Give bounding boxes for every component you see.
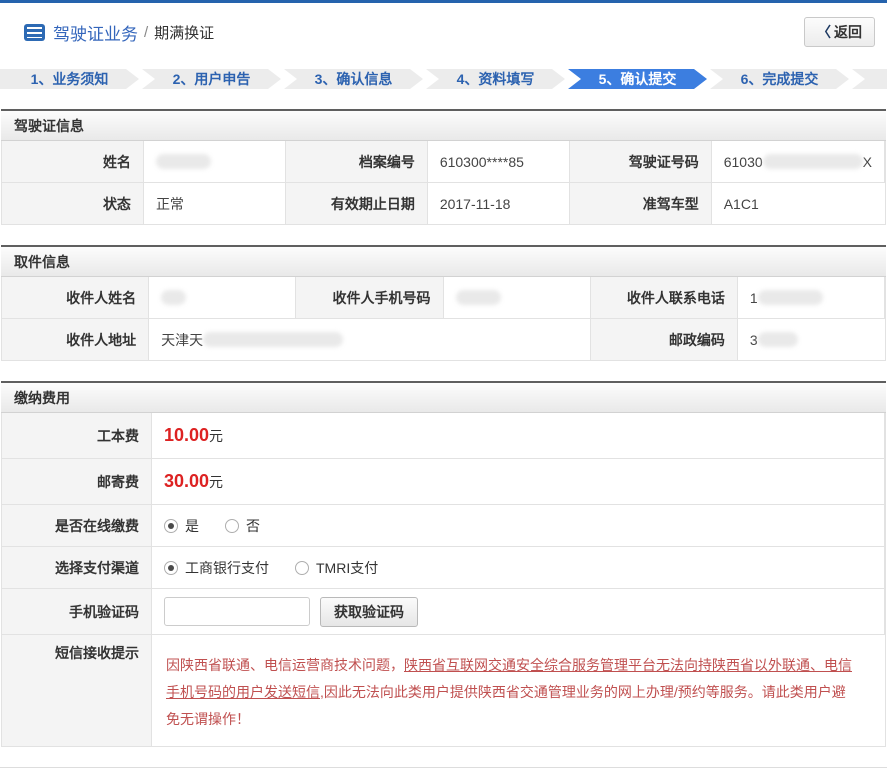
step-1-business-notice: 1、业务须知 [0, 69, 139, 89]
license-number-label: 驾驶证号码 [569, 141, 712, 183]
sms-code-label: 手机验证码 [2, 589, 152, 635]
sms-notice-label: 短信接收提示 [2, 635, 152, 747]
step-6-finish-submit: 6、完成提交 [710, 69, 849, 89]
step-2-user-declaration: 2、用户申告 [142, 69, 281, 89]
back-button[interactable]: 〈返回 [804, 17, 875, 47]
expiry-date-label: 有效期止日期 [285, 183, 428, 225]
online-pay-no-radio[interactable]: 否 [225, 516, 260, 536]
sms-notice-text: 因陕西省联通、电信运营商技术问题，陕西省互联网交通安全综合服务管理平台无法向持陕… [152, 635, 885, 747]
redacted-value [757, 332, 798, 347]
redacted-value [203, 332, 344, 347]
vehicle-class-value: A1C1 [711, 183, 885, 225]
currency-unit: 元 [209, 427, 224, 444]
step-5-confirm-submit-active: 5、确认提交 [568, 69, 707, 89]
pickup-info-section-title: 取件信息 [1, 245, 886, 277]
work-fee-amount: 10.00 [164, 425, 210, 445]
sms-notice-paragraph: 因陕西省联通、电信运营商技术问题，陕西省互联网交通安全综合服务管理平台无法向持陕… [164, 643, 873, 742]
radio-selected-icon [164, 518, 178, 533]
breadcrumb-business-type: 驾驶证业务 [53, 24, 138, 44]
breadcrumb-separator: / [144, 23, 149, 41]
fees-section-title: 缴纳费用 [1, 381, 886, 413]
chevron-left-icon: 〈 [817, 24, 831, 40]
fees-table: 工本费 10.00 元 邮寄费 30.00 元 是否在线缴费 是 否 选择支付渠道 … [1, 413, 886, 747]
redacted-value [762, 154, 863, 169]
recipient-tel-label: 收件人联系电话 [590, 277, 738, 319]
online-pay-no-label: 否 [246, 517, 260, 534]
sms-code-input[interactable] [164, 597, 310, 626]
recipient-tel-prefix: 1 [749, 289, 758, 306]
step-progress-bar: 1、业务须知 2、用户申告 3、确认信息 4、资料填写 5、确认提交 6、完成提… [0, 69, 887, 89]
work-fee-label: 工本费 [2, 413, 152, 459]
channel-tmri-label: TMRI支付 [316, 559, 379, 576]
breadcrumb-current-page: 期满换证 [154, 24, 215, 42]
license-info-section-title: 驾驶证信息 [1, 109, 886, 141]
recipient-name-value [149, 277, 297, 319]
license-number-suffix: X [862, 153, 872, 170]
pay-channel-options: 工商银行支付 TMRI支付 [152, 547, 885, 589]
channel-icbc-label: 工商银行支付 [185, 559, 269, 576]
page: 驾驶证业务 / 期满换证 〈返回 1、业务须知 2、用户申告 3、确认信息 4、… [0, 0, 887, 768]
sms-notice-part1: 因陕西省联通、电信运营商技术问题， [166, 657, 404, 673]
postal-code-label: 邮政编码 [590, 319, 738, 361]
recipient-tel-value: 1 [737, 277, 885, 319]
pay-channel-label: 选择支付渠道 [2, 547, 152, 589]
license-info-section: 驾驶证信息 姓名 档案编号 610300****85 驾驶证号码 61030 X … [1, 109, 886, 225]
status-label: 状态 [2, 183, 144, 225]
step-3-confirm-info: 3、确认信息 [284, 69, 423, 89]
back-button-label: 返回 [834, 24, 862, 40]
file-number-value: 610300****85 [427, 141, 570, 183]
license-number-value: 61030 X [711, 141, 885, 183]
post-fee-label: 邮寄费 [2, 459, 152, 505]
post-fee-value: 30.00 元 [152, 459, 885, 505]
redacted-value [757, 290, 823, 305]
channel-icbc-radio[interactable]: 工商银行支付 [164, 558, 269, 578]
online-pay-yes-label: 是 [185, 517, 199, 534]
expiry-date-value: 2017-11-18 [427, 183, 570, 225]
vehicle-class-label: 准驾车型 [569, 183, 712, 225]
radio-selected-icon [164, 560, 178, 575]
step-4-fill-material: 4、资料填写 [426, 69, 565, 89]
online-pay-options: 是 否 [152, 505, 885, 547]
recipient-address-prefix: 天津天 [161, 331, 204, 348]
pickup-info-table: 收件人姓名 收件人手机号码 收件人联系电话 1 收件人地址 天津天 邮政编码 3 [1, 277, 886, 361]
fees-section: 缴纳费用 工本费 10.00 元 邮寄费 30.00 元 是否在线缴费 是 否 选择… [1, 381, 886, 747]
channel-tmri-radio[interactable]: TMRI支付 [295, 558, 378, 578]
form-list-icon [24, 23, 45, 41]
redacted-value [155, 154, 211, 169]
recipient-name-label: 收件人姓名 [2, 277, 150, 319]
step-bar-filler [852, 69, 887, 89]
currency-unit: 元 [209, 473, 224, 490]
recipient-address-value: 天津天 [149, 319, 591, 361]
page-header: 驾驶证业务 / 期满换证 〈返回 [0, 3, 887, 57]
radio-unselected-icon [225, 518, 239, 533]
name-value [143, 141, 286, 183]
recipient-mobile-value [443, 277, 591, 319]
license-number-prefix: 61030 [723, 153, 763, 170]
redacted-value [161, 290, 187, 305]
status-value: 正常 [143, 183, 286, 225]
postal-code-prefix: 3 [749, 331, 758, 348]
online-pay-label: 是否在线缴费 [2, 505, 152, 547]
online-pay-yes-radio[interactable]: 是 [164, 516, 199, 536]
post-fee-amount: 30.00 [164, 471, 210, 491]
name-label: 姓名 [2, 141, 144, 183]
recipient-mobile-label: 收件人手机号码 [296, 277, 444, 319]
postal-code-value: 3 [737, 319, 885, 361]
license-info-table: 姓名 档案编号 610300****85 驾驶证号码 61030 X 状态 正常 … [1, 141, 886, 225]
radio-unselected-icon [295, 560, 309, 575]
get-sms-code-button[interactable]: 获取验证码 [320, 596, 418, 627]
redacted-value [455, 290, 501, 305]
main-content: 驾驶证信息 姓名 档案编号 610300****85 驾驶证号码 61030 X … [0, 89, 887, 747]
sms-code-row: 获取验证码 [152, 589, 885, 635]
work-fee-value: 10.00 元 [152, 413, 885, 459]
pickup-info-section: 取件信息 收件人姓名 收件人手机号码 收件人联系电话 1 收件人地址 天津天 邮… [1, 245, 886, 361]
recipient-address-label: 收件人地址 [2, 319, 150, 361]
file-number-label: 档案编号 [285, 141, 428, 183]
